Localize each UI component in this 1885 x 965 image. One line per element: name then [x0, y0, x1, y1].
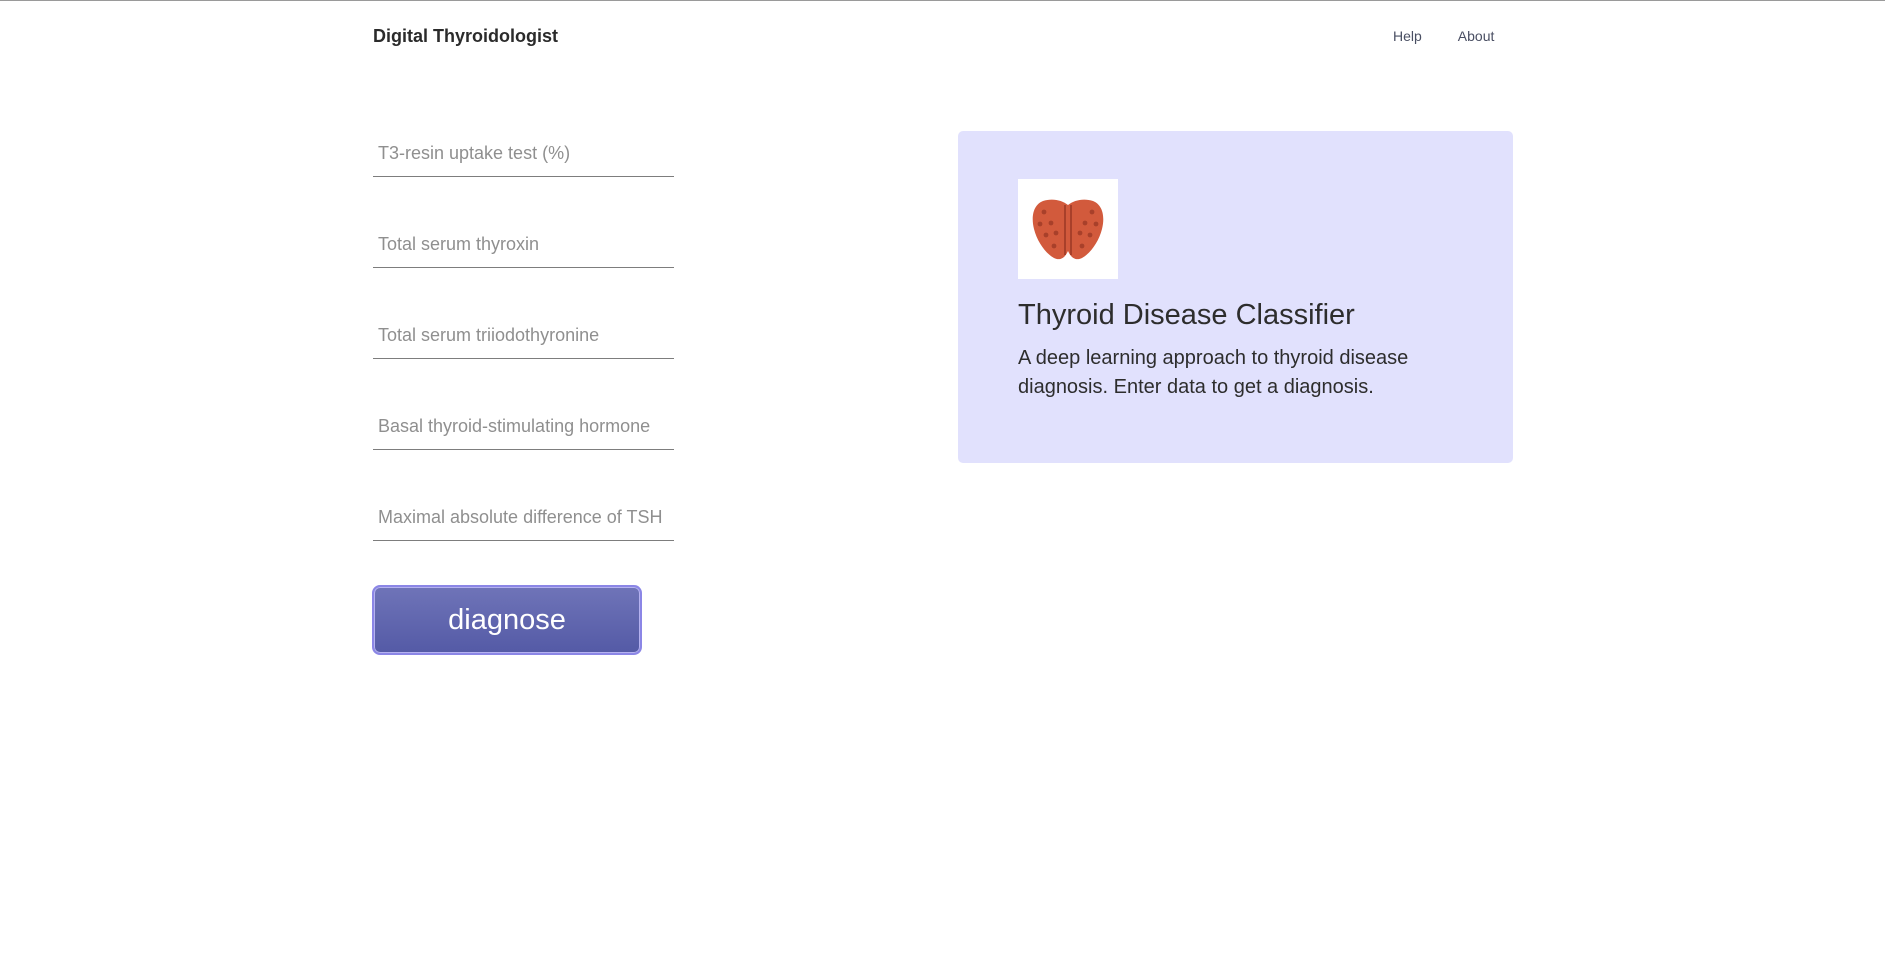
card-title: Thyroid Disease Classifier [1018, 299, 1355, 331]
basal-tsh-input[interactable] [373, 404, 674, 449]
max-tsh-difference-input[interactable] [373, 495, 674, 540]
nav-help-link[interactable]: Help [1375, 28, 1440, 44]
logo-container [1018, 179, 1118, 279]
t3-resin-uptake-input[interactable] [373, 131, 674, 176]
navbar: Digital Thyroidologist Help About [0, 1, 1885, 73]
card-description: A deep learning approach to thyroid dise… [1018, 347, 1409, 398]
info-card: Thyroid Disease Classifier A deep learni… [958, 131, 1513, 463]
total-serum-thyroxin-input[interactable] [373, 222, 674, 267]
nav-about-link[interactable]: About [1440, 28, 1513, 44]
field-total-serum-triiodothyronine [373, 313, 674, 359]
total-serum-triiodothyronine-input[interactable] [373, 313, 674, 358]
thyroid-gland-icon [1032, 199, 1104, 260]
diagnosis-form [373, 131, 674, 586]
field-t3-resin-uptake [373, 131, 674, 177]
field-max-tsh-difference [373, 495, 674, 541]
brand-link[interactable]: Digital Thyroidologist [373, 26, 558, 47]
nav-links: Help About [1375, 28, 1512, 44]
field-total-serum-thyroxin [373, 222, 674, 268]
field-basal-tsh [373, 404, 674, 450]
diagnose-button[interactable]: diagnose [372, 585, 642, 655]
